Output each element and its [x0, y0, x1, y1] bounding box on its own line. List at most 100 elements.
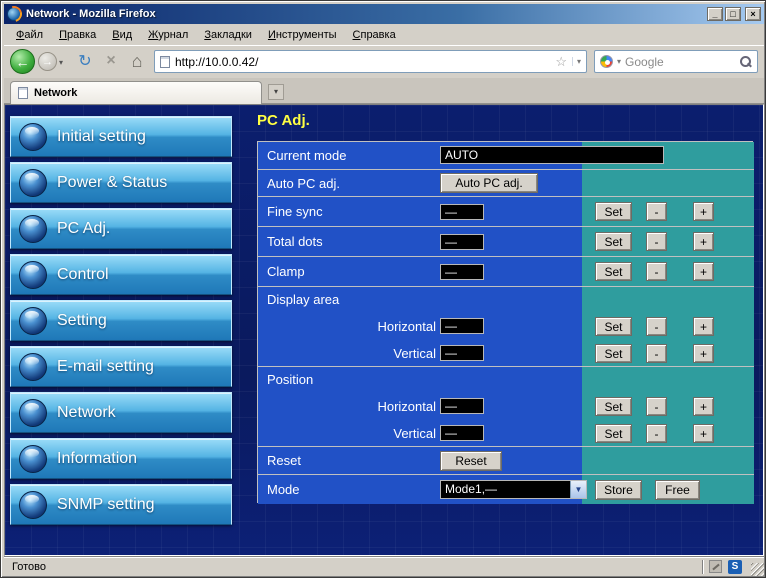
resize-grip[interactable] — [751, 563, 764, 576]
firefox-icon — [7, 7, 21, 21]
menu-bookmarks[interactable]: Закладки — [196, 27, 260, 43]
position-horizontal-plus-button[interactable]: + — [693, 397, 714, 416]
refresh-button[interactable]: ↻ — [74, 50, 96, 72]
fine-sync-minus-button[interactable]: - — [646, 202, 667, 221]
home-button[interactable]: ⌂ — [126, 50, 148, 72]
maximize-button[interactable]: □ — [725, 7, 741, 21]
fine-sync-set-button[interactable]: Set — [595, 202, 632, 221]
menu-history[interactable]: Журнал — [140, 27, 196, 43]
menu-edit[interactable]: Правка — [51, 27, 104, 43]
status-bar: Готово S — [4, 556, 764, 576]
close-button[interactable]: × — [745, 7, 761, 21]
menu-view[interactable]: Вид — [104, 27, 140, 43]
total-dots-plus-button[interactable]: + — [693, 232, 714, 251]
row-clamp: Clamp — Set - + — [258, 256, 754, 286]
sidebar-item-setting[interactable]: Setting — [10, 300, 232, 341]
row-auto-pc-adj: Auto PC adj. Auto PC adj. — [258, 169, 754, 196]
plugin-icon[interactable] — [709, 560, 722, 573]
position-vertical-value: — — [440, 425, 484, 441]
free-button[interactable]: Free — [655, 480, 700, 500]
reset-label: Reset — [267, 453, 301, 468]
total-dots-minus-button[interactable]: - — [646, 232, 667, 251]
fine-sync-plus-button[interactable]: + — [693, 202, 714, 221]
window-controls: _ □ × — [707, 7, 761, 21]
back-icon: ← — [15, 53, 30, 70]
total-dots-set-button[interactable]: Set — [595, 232, 632, 251]
menubar: Файл Правка Вид Журнал Закладки Инструме… — [4, 24, 764, 45]
sidebar-item-initial-setting[interactable]: Initial setting — [10, 116, 232, 157]
position-horizontal-set-button[interactable]: Set — [595, 397, 632, 416]
search-engine-dropdown[interactable]: ▾ — [617, 57, 621, 66]
position-horizontal-value: — — [440, 398, 484, 414]
setting-icon — [19, 306, 47, 335]
position-vertical-label: Vertical — [393, 426, 436, 441]
information-icon — [19, 444, 47, 473]
clamp-plus-button[interactable]: + — [693, 262, 714, 281]
display-area-horizontal-set-button[interactable]: Set — [595, 317, 632, 336]
display-area-vertical-minus-button[interactable]: - — [646, 344, 667, 363]
clamp-set-button[interactable]: Set — [595, 262, 632, 281]
search-box[interactable]: ▾ Google — [594, 50, 758, 73]
forward-button[interactable]: → — [38, 52, 57, 71]
row-display-area: Display area Horizontal — Set - + Vertic… — [258, 286, 754, 366]
snmp-setting-icon — [19, 490, 47, 519]
menu-help[interactable]: Справка — [345, 27, 404, 43]
status-text: Готово — [12, 560, 46, 573]
sidebar-item-label: E-mail setting — [57, 357, 154, 375]
window-title: Network - Mozilla Firefox — [26, 8, 156, 20]
back-button[interactable]: ← — [10, 49, 35, 74]
sidebar-item-pc-adj[interactable]: PC Adj. — [10, 208, 232, 249]
total-dots-value: — — [440, 234, 484, 250]
mode-select-value: Mode1,— — [445, 482, 498, 496]
sidebar-item-power-status[interactable]: Power & Status — [10, 162, 232, 203]
url-bar[interactable]: http://10.0.0.42/ ☆ ▾ — [154, 50, 587, 73]
page-title: PC Adj. — [257, 112, 310, 129]
power-status-icon — [19, 168, 47, 197]
sidebar-item-network[interactable]: Network — [10, 392, 232, 433]
sidebar-item-email-setting[interactable]: E-mail setting — [10, 346, 232, 387]
menu-tools[interactable]: Инструменты — [260, 27, 345, 43]
total-dots-label: Total dots — [267, 234, 323, 249]
sidebar-item-label: Setting — [57, 311, 107, 329]
bookmark-star-icon[interactable]: ☆ — [555, 54, 567, 70]
sidebar-item-label: Network — [57, 403, 116, 421]
position-vertical-plus-button[interactable]: + — [693, 424, 714, 443]
row-reset: Reset Reset — [258, 446, 754, 474]
tab-favicon — [18, 87, 28, 99]
tab-network[interactable]: Network — [10, 81, 262, 104]
mode-select[interactable]: Mode1,— ▼ — [440, 480, 587, 499]
sidebar-item-information[interactable]: Information — [10, 438, 232, 479]
clamp-minus-button[interactable]: - — [646, 262, 667, 281]
auto-pc-adj-label: Auto PC adj. — [267, 176, 340, 191]
extension-s-icon[interactable]: S — [728, 559, 742, 574]
auto-pc-adj-button[interactable]: Auto PC adj. — [440, 173, 538, 193]
sidebar-item-snmp-setting[interactable]: SNMP setting — [10, 484, 232, 525]
sidebar-item-control[interactable]: Control — [10, 254, 232, 295]
search-icon[interactable] — [739, 55, 752, 68]
row-current-mode: Current mode AUTO — [258, 142, 754, 169]
minimize-button[interactable]: _ — [707, 7, 723, 21]
url-history-dropdown[interactable]: ▾ — [571, 57, 581, 66]
position-label: Position — [267, 372, 314, 387]
stop-icon: × — [106, 52, 116, 69]
display-area-vertical-plus-button[interactable]: + — [693, 344, 714, 363]
search-input[interactable]: Google — [625, 55, 735, 69]
current-mode-value: AUTO — [440, 146, 664, 164]
display-area-label: Display area — [267, 292, 340, 307]
display-area-vertical-set-button[interactable]: Set — [595, 344, 632, 363]
email-setting-icon — [19, 352, 47, 381]
display-area-horizontal-plus-button[interactable]: + — [693, 317, 714, 336]
store-button[interactable]: Store — [595, 480, 642, 500]
display-area-horizontal-minus-button[interactable]: - — [646, 317, 667, 336]
position-vertical-minus-button[interactable]: - — [646, 424, 667, 443]
clamp-value: — — [440, 264, 484, 280]
browser-window: Network - Mozilla Firefox _ □ × Файл Пра… — [0, 0, 766, 578]
nav-toolbar: ← → ▾ ↻ × ⌂ http://10.0.0.42/ ☆ ▾ ▾ Goog… — [4, 45, 764, 78]
position-vertical-set-button[interactable]: Set — [595, 424, 632, 443]
forward-history-dropdown[interactable]: ▾ — [59, 58, 63, 67]
position-horizontal-minus-button[interactable]: - — [646, 397, 667, 416]
stop-button[interactable]: × — [100, 50, 122, 72]
tab-overflow-button[interactable]: ▾ — [268, 84, 284, 100]
menu-file[interactable]: Файл — [8, 27, 51, 43]
reset-button[interactable]: Reset — [440, 451, 502, 471]
